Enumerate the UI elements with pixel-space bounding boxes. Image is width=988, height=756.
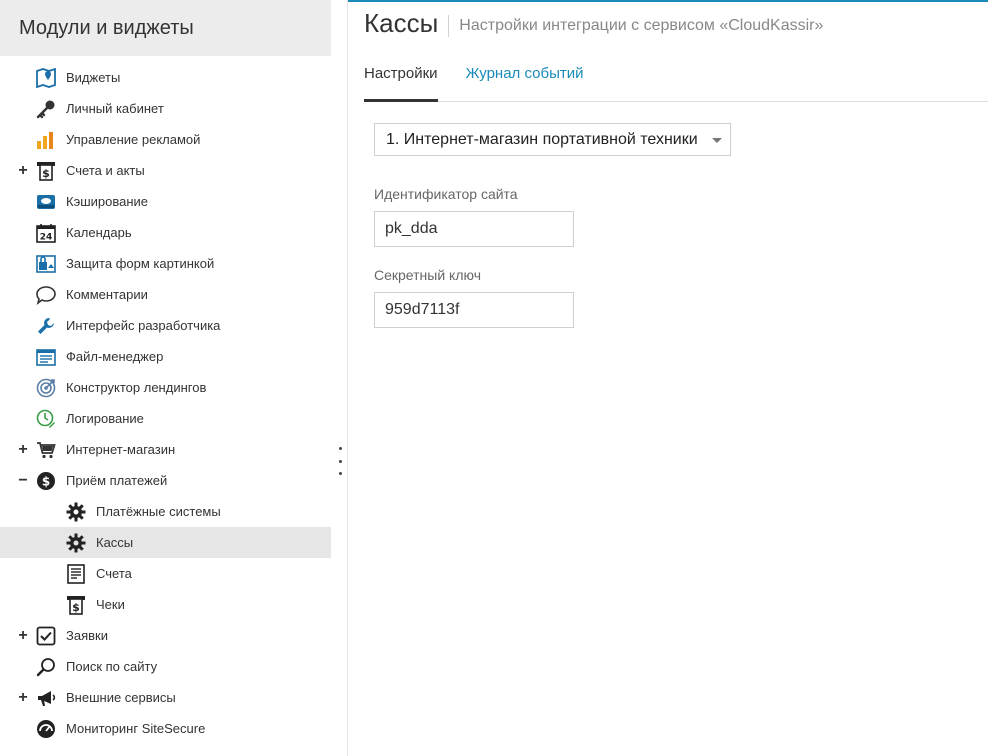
sidebar-item-label: Файл-менеджер <box>66 349 164 364</box>
sidebar-item-label: Комментарии <box>66 287 148 302</box>
sidebar-item-payments[interactable]: − $ Приём платежей <box>0 465 331 496</box>
tab-settings[interactable]: Настройки <box>364 55 438 102</box>
chevron-down-icon <box>712 138 722 143</box>
sidebar-item-label: Управление рекламой <box>66 132 201 147</box>
sidebar-item-label: Счета <box>96 566 132 581</box>
sidebar-item-receipts[interactable]: $ Чеки <box>0 589 331 620</box>
file-manager-icon <box>35 346 57 368</box>
sidebar-item-label: Кассы <box>96 535 134 550</box>
sidebar: Модули и виджеты Виджеты Личный кабинет … <box>0 0 331 756</box>
collapse-toggle[interactable]: − <box>17 472 29 489</box>
svg-text:$: $ <box>42 474 50 488</box>
checkbox-icon <box>35 625 57 647</box>
svg-text:$: $ <box>42 167 50 180</box>
gear-icon <box>65 532 87 554</box>
sidebar-item-landing-builder[interactable]: Конструктор лендингов <box>0 372 331 403</box>
sidebar-item-sitesecure[interactable]: Мониторинг SiteSecure <box>0 713 331 744</box>
sidebar-item-label: Мониторинг SiteSecure <box>66 721 206 736</box>
site-id-field[interactable] <box>374 211 574 247</box>
sidebar-item-comments[interactable]: Комментарии <box>0 279 331 310</box>
main-content: Кассы Настройки интеграции с сервисом «C… <box>349 0 988 756</box>
sidebar-item-label: Чеки <box>96 597 125 612</box>
document-icon <box>65 563 87 585</box>
sidebar-item-label: Виджеты <box>66 70 121 85</box>
sidebar-item-site-search[interactable]: Поиск по сайту <box>0 651 331 682</box>
sidebar-item-requests[interactable]: + Заявки <box>0 620 331 651</box>
key-icon <box>35 98 57 120</box>
sidebar-item-label: Внешние сервисы <box>66 690 176 705</box>
page-subtitle: Настройки интеграции с сервисом «CloudKa… <box>459 16 824 34</box>
disk-icon <box>35 191 57 213</box>
expand-toggle[interactable]: + <box>17 627 29 644</box>
sidebar-item-label: Интернет-магазин <box>66 442 176 457</box>
magnifier-icon <box>35 656 57 678</box>
sidebar-item-label: Защита форм картинкой <box>66 256 215 271</box>
sidebar-item-label: Логирование <box>66 411 144 426</box>
sidebar-item-label: Счета и акты <box>66 163 145 178</box>
expand-toggle[interactable]: + <box>17 689 29 706</box>
page-header: Кассы Настройки интеграции с сервисом «C… <box>364 8 823 39</box>
sidebar-item-logging[interactable]: Логирование <box>0 403 331 434</box>
sidebar-item-shop[interactable]: + Интернет-магазин <box>0 434 331 465</box>
clock-pen-icon <box>35 408 57 430</box>
site-id-label: Идентификатор сайта <box>374 186 518 202</box>
receipt-icon: $ <box>35 160 57 182</box>
expand-toggle[interactable]: + <box>17 162 29 179</box>
wrench-icon <box>35 315 57 337</box>
calendar-day-number: 24 <box>40 232 53 242</box>
sidebar-item-label: Интерфейс разработчика <box>66 318 221 333</box>
bar-chart-icon <box>35 129 57 151</box>
sidebar-item-cash-registers[interactable]: Кассы <box>0 527 331 558</box>
sidebar-item-developer[interactable]: Интерфейс разработчика <box>0 310 331 341</box>
store-select[interactable]: 1. Интернет-магазин портативной техники <box>374 123 731 156</box>
page-title: Кассы <box>364 8 439 38</box>
store-select-value: 1. Интернет-магазин портативной техники <box>386 130 698 148</box>
secret-key-field[interactable] <box>374 292 574 328</box>
resize-handle[interactable] <box>338 447 342 475</box>
sidebar-item-captcha[interactable]: Защита форм картинкой <box>0 248 331 279</box>
sidebar-item-file-manager[interactable]: Файл-менеджер <box>0 341 331 372</box>
calendar-icon: 24 <box>35 222 57 244</box>
sidebar-item-caching[interactable]: Кэширование <box>0 186 331 217</box>
receipt-icon: $ <box>65 594 87 616</box>
speech-bubble-icon <box>35 284 57 306</box>
tab-bar: Настройки Журнал событий <box>364 55 988 102</box>
sidebar-item-label: Календарь <box>66 225 132 240</box>
sidebar-item-label: Приём платежей <box>66 473 168 488</box>
sidebar-nav: Виджеты Личный кабинет Управление реклам… <box>0 56 331 744</box>
sidebar-item-label: Кэширование <box>66 194 149 209</box>
sidebar-item-account[interactable]: Личный кабинет <box>0 93 331 124</box>
sidebar-item-label: Личный кабинет <box>66 101 164 116</box>
dollar-coin-icon: $ <box>35 470 57 492</box>
target-icon <box>35 377 57 399</box>
sidebar-title: Модули и виджеты <box>19 16 194 39</box>
lock-image-icon <box>35 253 57 275</box>
gear-icon <box>65 501 87 523</box>
title-divider <box>448 14 450 37</box>
sidebar-item-ads[interactable]: Управление рекламой <box>0 124 331 155</box>
cart-icon <box>35 439 57 461</box>
sidebar-item-label: Платёжные системы <box>96 504 221 519</box>
gauge-icon <box>35 718 57 740</box>
map-icon <box>35 67 57 89</box>
sidebar-item-label: Заявки <box>66 628 108 643</box>
megaphone-icon <box>35 687 57 709</box>
panel-splitter <box>331 0 348 756</box>
secret-key-label: Секретный ключ <box>374 267 481 283</box>
sidebar-header: Модули и виджеты <box>0 0 331 56</box>
sidebar-item-widgets[interactable]: Виджеты <box>0 62 331 93</box>
tab-event-log[interactable]: Журнал событий <box>466 55 584 102</box>
sidebar-item-label: Конструктор лендингов <box>66 380 207 395</box>
sidebar-item-external-services[interactable]: + Внешние сервисы <box>0 682 331 713</box>
svg-text:$: $ <box>72 601 80 614</box>
sidebar-item-calendar[interactable]: 24 Календарь <box>0 217 331 248</box>
sidebar-item-label: Поиск по сайту <box>66 659 158 674</box>
sidebar-item-payment-systems[interactable]: Платёжные системы <box>0 496 331 527</box>
sidebar-item-bills[interactable]: Счета <box>0 558 331 589</box>
expand-toggle[interactable]: + <box>17 441 29 458</box>
sidebar-item-invoices-acts[interactable]: + $ Счета и акты <box>0 155 331 186</box>
